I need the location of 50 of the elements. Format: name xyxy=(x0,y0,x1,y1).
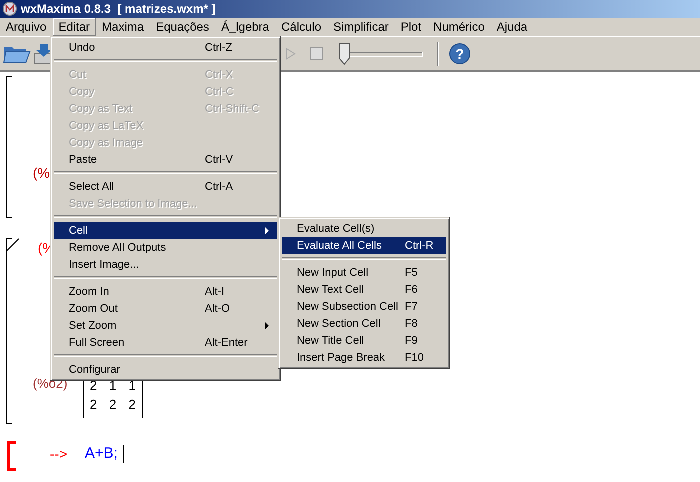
matrix-entry: 2 xyxy=(90,397,98,412)
submenu-arrow-icon xyxy=(265,227,270,235)
menu-entry[interactable]: Insert Image... xyxy=(54,256,277,273)
matrix-entry: 2 xyxy=(109,397,117,412)
menu-entry[interactable]: New Input Cell F5 xyxy=(282,264,446,281)
output-label: (% xyxy=(33,165,50,181)
menu-entry[interactable]: New Section Cell F8 xyxy=(282,315,446,332)
menu-entry[interactable]: Configurar xyxy=(54,361,277,378)
zoom-slider[interactable] xyxy=(339,42,423,64)
menu-entry[interactable]: Undo Ctrl-Z xyxy=(54,39,277,56)
menu-entry[interactable]: Zoom In Alt-I xyxy=(54,283,277,300)
submenu-arrow-icon xyxy=(265,322,270,330)
menu-entry[interactable]: Zoom Out Alt-O xyxy=(54,300,277,317)
checkbox[interactable] xyxy=(310,47,323,60)
menu-item[interactable]: Equações xyxy=(150,18,216,36)
menu-entry[interactable]: Select All Ctrl-A xyxy=(54,178,277,195)
menu-entry[interactable]: Paste Ctrl-V xyxy=(54,151,277,168)
menu-item[interactable]: Arquivo xyxy=(0,18,53,36)
window-title: wxMaxima 0.8.3 [ matrizes.wxm* ] xyxy=(21,2,216,16)
menu-entry[interactable]: Evaluate Cell(s) xyxy=(282,220,446,237)
menu-item[interactable]: Á_lgebra xyxy=(215,18,276,36)
cell-bracket[interactable] xyxy=(6,76,12,218)
menu-item[interactable]: Ajuda xyxy=(490,18,534,36)
menu-item[interactable]: Plot xyxy=(394,18,428,36)
menu-entry[interactable]: Full Screen Alt-Enter xyxy=(54,334,277,351)
matrix-entry: 1 xyxy=(109,378,117,393)
matrix-entry: 2 xyxy=(128,397,136,412)
slider-thumb[interactable] xyxy=(339,42,350,64)
menu-item[interactable]: Simplificar xyxy=(328,18,395,36)
active-cell-bracket[interactable] xyxy=(7,441,16,471)
matrix-entry: 1 xyxy=(128,378,136,393)
menu-entry[interactable]: New Text Cell F6 xyxy=(282,281,446,298)
menu-item[interactable]: Editar xyxy=(52,18,96,36)
menu-item[interactable]: Numérico xyxy=(428,18,491,36)
menu-entry[interactable]: Remove All Outputs xyxy=(54,239,277,256)
input-prompt: --> xyxy=(50,446,68,462)
menu-item[interactable]: Cálculo xyxy=(275,18,328,36)
text-cursor xyxy=(123,445,124,463)
menu-entry[interactable]: Insert Page Break F10 xyxy=(282,349,446,366)
menu-entry[interactable]: Evaluate All Cells Ctrl-R xyxy=(282,237,446,254)
input-text[interactable]: A+B; xyxy=(85,445,118,462)
menu-entry[interactable]: New Subsection Cell F7 xyxy=(282,298,446,315)
menu-entry[interactable]: Cell xyxy=(54,222,277,239)
menu-item[interactable]: Maxima xyxy=(96,18,150,36)
cell-bracket[interactable] xyxy=(6,238,12,424)
help-icon[interactable]: ? xyxy=(449,42,471,64)
menu-entry[interactable]: New Title Cell F9 xyxy=(282,332,446,349)
app-icon xyxy=(3,2,17,16)
matrix-entry: 2 xyxy=(90,378,98,393)
menu-entry[interactable]: Set Zoom xyxy=(54,317,277,334)
